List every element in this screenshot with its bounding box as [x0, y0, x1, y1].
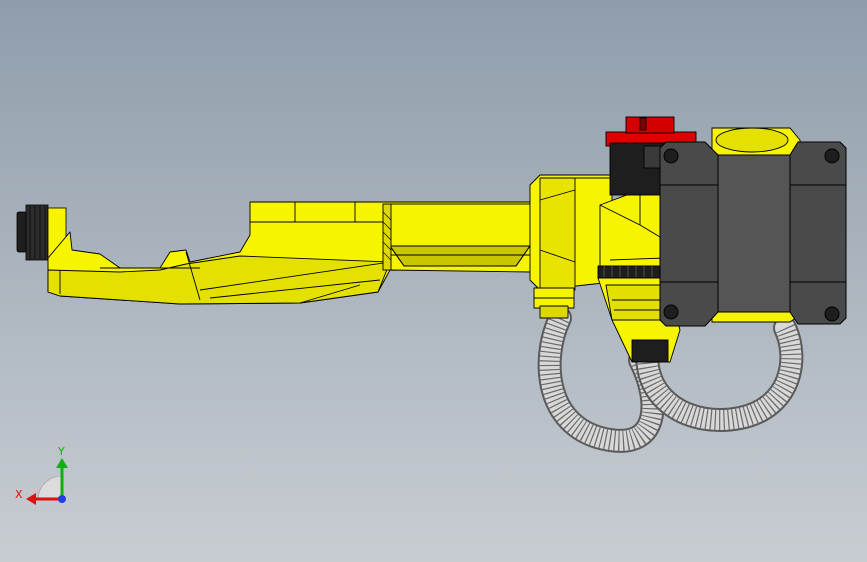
bolt-icon [824, 148, 840, 164]
y-axis-label: Y [57, 445, 65, 458]
axis-triad: Y X [15, 445, 68, 505]
robot-arm-model[interactable]: Y X [0, 0, 867, 562]
bolt-icon [824, 306, 840, 322]
x-axis-label: X [15, 488, 23, 501]
servo-block[interactable] [609, 142, 666, 196]
triad-plane-icon [37, 475, 63, 501]
bolt-icon [663, 148, 679, 164]
bolt-icon [663, 304, 679, 320]
servo-motor[interactable] [659, 141, 847, 327]
upper-arm-tube[interactable] [382, 203, 531, 271]
cad-viewport[interactable]: Y X [0, 0, 867, 562]
z-axis-icon [58, 495, 66, 503]
